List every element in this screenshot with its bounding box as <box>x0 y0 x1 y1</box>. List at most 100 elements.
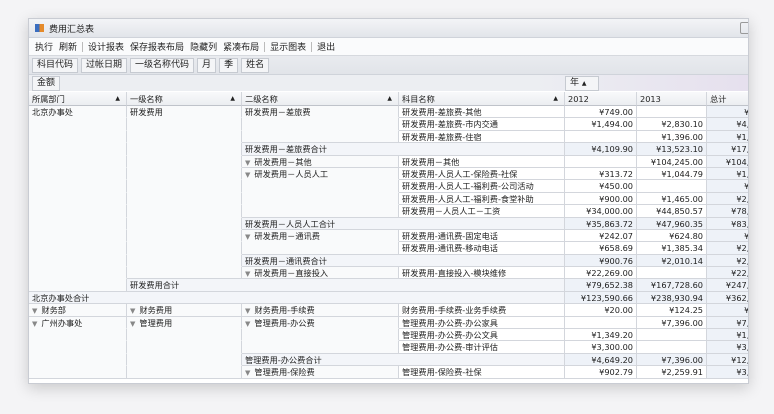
row-field-cell: 研发费用-人员人工-保险费-社保 <box>399 167 565 181</box>
column-header[interactable]: 2012 <box>565 92 637 106</box>
sort-asc-icon[interactable]: ▲ <box>387 92 392 105</box>
window-control-button[interactable] <box>740 22 748 34</box>
row-field-cell: ▼ 广州办事处 <box>29 316 127 330</box>
column-header-label: 总计 <box>710 94 727 104</box>
toolbar-button[interactable]: 执行 <box>32 40 56 53</box>
row-field-cell: 研发费用－其他 <box>399 155 565 168</box>
collapse-icon[interactable]: ▼ <box>245 233 250 241</box>
row-field-label: 研发费用－其他 <box>254 156 312 167</box>
toolbar-button[interactable]: 隐藏列 <box>187 40 220 53</box>
row-field-cell: 北京办事处 <box>29 106 127 119</box>
value-cell: ¥44,850.57 <box>637 205 707 218</box>
total-value: ¥3,300.00 <box>707 341 748 354</box>
table-row: 管理费用-办公费-办公文具 ¥1,349.20 ¥1,349.20 <box>29 329 748 342</box>
filter-field[interactable]: 过帐日期 <box>81 57 128 73</box>
subtotal-label: 研发费用合计 <box>127 279 565 292</box>
total-value: ¥450.00 <box>707 180 748 193</box>
collapse-icon[interactable]: ▼ <box>245 307 250 315</box>
filter-field[interactable]: 季 <box>219 57 239 73</box>
row-field-label: 管理费用-保险费 <box>254 367 315 378</box>
total-value: ¥22,269.00 <box>707 267 748 280</box>
value-cell <box>637 180 707 193</box>
row-field-label: 财务费用-手续费 <box>254 305 315 316</box>
row-field-cell <box>29 180 127 193</box>
row-field-cell <box>29 167 127 181</box>
row-field-label: 研发费用-人员人工-保险费-社保 <box>402 168 518 179</box>
collapse-icon[interactable]: ▼ <box>245 159 250 167</box>
value-cell: ¥47,960.35 <box>637 217 707 230</box>
table-row: ▼ 研发费用－人员人工 研发费用-人员人工-保险费-社保 ¥313.72 ¥1,044.… <box>29 167 748 181</box>
filter-field[interactable]: 姓名 <box>241 57 270 73</box>
collapse-icon[interactable]: ▼ <box>245 270 250 278</box>
table-row: 北京办事处 研发费用 研发费用－差旅费 研发费用-差旅费-其他 ¥749.00 ¥749.… <box>29 106 748 119</box>
column-header[interactable]: 二级名称 ▲ <box>242 92 399 106</box>
row-field-label: 研发费用－通讯费 <box>254 230 320 241</box>
value-cell <box>637 341 707 354</box>
toolbar-button[interactable]: 显示图表 <box>267 40 309 53</box>
value-cell: ¥4,649.20 <box>565 353 637 367</box>
value-cell: ¥34,000.00 <box>565 205 637 218</box>
subtotal-label: 研发费用－人员人工合计 <box>242 217 565 230</box>
sort-asc-icon: ▲ <box>581 80 587 87</box>
total-value: ¥749.00 <box>707 106 748 119</box>
row-field-cell: ▼ 管理费用-办公费 <box>242 316 399 330</box>
column-header-label: 二级名称 <box>245 94 278 104</box>
row-field-cell: 管理费用-保险费-社保 <box>399 366 565 379</box>
row-field-label: 研发费用-差旅费-市内交通 <box>402 119 498 130</box>
row-field-label: 研发费用－直接投入 <box>254 268 329 279</box>
row-field-cell <box>127 217 242 230</box>
column-header[interactable]: 总计 <box>707 92 748 106</box>
collapse-icon[interactable]: ▼ <box>32 307 37 315</box>
table-row: ▼ 广州办事处 ▼ 管理费用 ▼ 管理费用-办公费 管理费用-办公费-办公家具 ¥7,396.… <box>29 316 748 330</box>
sort-asc-icon[interactable]: ▲ <box>230 92 235 105</box>
collapse-icon[interactable]: ▼ <box>245 171 250 179</box>
row-field-cell <box>127 130 242 144</box>
row-field-cell <box>29 279 127 292</box>
row-field-cell <box>127 366 242 379</box>
column-field-year[interactable]: 年 ▲ <box>565 76 599 91</box>
column-header-label: 2013 <box>640 94 661 104</box>
toolbar-button[interactable]: 退出 <box>314 40 338 53</box>
toolbar-button[interactable]: 刷新 <box>56 40 80 53</box>
collapse-icon[interactable]: ▼ <box>130 320 135 328</box>
sort-asc-icon[interactable]: ▲ <box>553 92 558 105</box>
value-cell: ¥35,863.72 <box>565 217 637 230</box>
column-header[interactable]: 科目名称 ▲ <box>399 92 565 106</box>
value-cell: ¥2,010.14 <box>637 254 707 268</box>
subtotal-label: 研发费用－通讯费合计 <box>242 254 565 268</box>
data-field-amount[interactable]: 金额 <box>32 76 61 91</box>
total-value: ¥1,358.51 <box>707 167 748 181</box>
value-cell <box>637 267 707 280</box>
row-field-cell: 研发费用 <box>127 106 242 119</box>
column-header[interactable]: 2013 <box>637 92 707 106</box>
filter-field[interactable]: 月 <box>197 57 217 73</box>
subtotal-label: 北京办事处合计 <box>29 291 565 305</box>
filter-field[interactable]: 科目代码 <box>32 57 79 73</box>
toolbar-button[interactable]: 保存报表布局 <box>127 40 187 53</box>
total-value: ¥247,380.98 <box>707 279 748 292</box>
toolbar-button[interactable]: 设计报表 <box>85 40 127 53</box>
row-field-cell <box>242 130 399 144</box>
column-header[interactable]: 所属部门 ▲ <box>29 92 127 106</box>
sort-asc-icon[interactable]: ▲ <box>115 92 120 105</box>
row-field-cell <box>127 254 242 268</box>
collapse-icon[interactable]: ▼ <box>245 369 250 377</box>
collapse-icon[interactable]: ▼ <box>130 307 135 315</box>
row-field-cell: 财务费用-手续费-业务手续费 <box>399 304 565 317</box>
toolbar-button[interactable]: 紧凑布局 <box>220 40 262 53</box>
row-field-cell <box>242 192 399 206</box>
table-row: 研发费用－通讯费合计¥900.76¥2,010.14¥2,910.90 <box>29 254 748 268</box>
table-row: ▼ 研发费用－通讯费 研发费用-通讯费-固定电话 ¥242.07¥624.80¥866… <box>29 229 748 243</box>
row-field-cell: 研发费用－差旅费 <box>242 106 399 119</box>
collapse-icon[interactable]: ▼ <box>245 320 250 328</box>
filter-field[interactable]: 一级名称代码 <box>130 57 195 73</box>
table-row: ▼ 管理费用-保险费 管理费用-保险费-社保 ¥902.79¥2,259.91¥3,1… <box>29 366 748 379</box>
row-field-cell: 研发费用-人员人工-福利费-公司活动 <box>399 180 565 193</box>
collapse-icon[interactable]: ▼ <box>32 320 37 328</box>
header-row: 所属部门 ▲ 一级名称 ▲ 二级名称 ▲ 科目名称 ▲ 2012 2013 总计 <box>29 92 748 106</box>
value-cell: ¥7,396.00 <box>637 353 707 367</box>
row-field-label: 财务费用 <box>139 305 173 316</box>
row-field-cell: 研发费用-差旅费-市内交通 <box>399 118 565 131</box>
column-header[interactable]: 一级名称 ▲ <box>127 92 242 106</box>
row-field-cell: ▼ 研发费用－直接投入 <box>242 267 399 280</box>
